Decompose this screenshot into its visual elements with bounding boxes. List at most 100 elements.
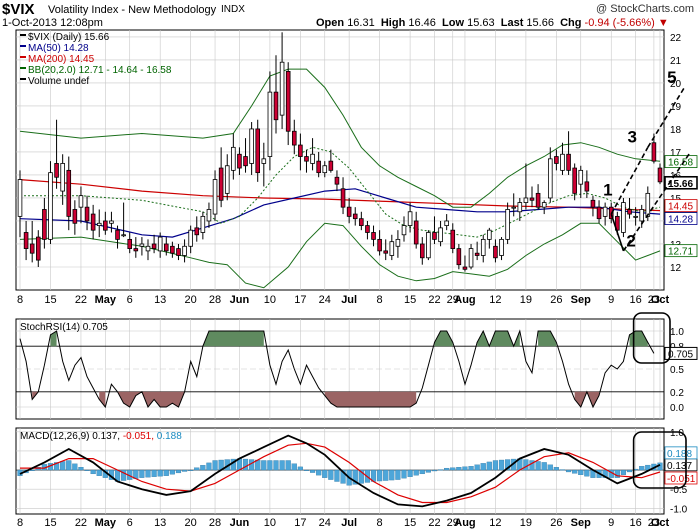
candle-body [133,248,139,252]
x-axis-label: 20 [185,294,197,306]
x-axis-label-bottom: 22 [428,517,440,529]
macd-histogram-bar [450,467,456,471]
legend-swatch [20,45,26,47]
candle-body [651,142,657,162]
macd-histogram-bar [163,469,169,476]
x-axis-label: 13 [154,294,166,306]
candle-body [115,229,120,240]
macd-histogram-bar [139,469,145,478]
candle-body [352,213,358,220]
candle-body [206,209,212,222]
candle-body [291,130,297,146]
candle-body [566,153,571,171]
candle-body [212,179,218,215]
price-tag: 16.58 [668,158,693,169]
candle-body [273,91,279,121]
candle-body [645,192,651,217]
x-axis-label: 16 [629,294,641,306]
macd-histogram-bar [626,469,633,473]
candle-body [578,169,584,185]
candle-body [450,229,456,249]
macd-histogram-bar [78,467,84,471]
legend-item: MA(200) 14.45 [28,54,95,65]
price-axis-label: 18 [670,125,682,136]
stoch-overbought-fill [202,331,264,347]
candle-body [151,243,157,249]
x-axis-label: 22 [428,294,440,306]
candle-body [218,167,224,201]
macd-axis-label: -0.5 [670,485,688,496]
legend-item: BB(20,2.0) 12.71 - 14.64 - 16.58 [28,65,172,76]
macd-histogram-bar [565,469,572,473]
x-axis-label: 28 [209,294,221,306]
x-axis-label: 15 [44,294,56,306]
macd-histogram-bar [206,462,212,471]
x-axis-label: 19 [520,294,532,306]
candle-body [444,220,449,226]
macd-histogram-bar [614,469,620,478]
candle-body [602,206,608,217]
x-axis-label-bottom: May [95,517,117,529]
candle-body [517,202,523,213]
candle-body [359,218,364,226]
candle-body [42,209,47,240]
candle-body [340,188,346,208]
macd-histogram-bar [486,461,492,471]
candle-body [261,158,267,164]
macd-histogram-bar [535,461,541,471]
candle-body [523,197,529,203]
stoch-axis-label: 0.5 [670,365,684,376]
candle-body [139,243,145,247]
candle-body [401,225,407,236]
candle-body [170,245,175,254]
candle-body [413,220,419,245]
candle-body [304,156,309,162]
candle-body [535,192,541,208]
macd-value-tag: 0.137 [667,461,692,472]
macd-histogram-bar [572,469,578,474]
macd-histogram-bar [273,460,279,471]
candle-body [590,199,596,208]
macd-histogram-bar [425,469,431,473]
macd-histogram-bar [620,469,627,475]
candle-body [231,146,236,171]
macd-histogram-bar [401,469,407,479]
price-tag: 12.71 [668,247,693,258]
candle-body [456,248,462,266]
macd-histogram-bar [188,469,194,471]
candle-body [237,153,242,169]
candle-body [511,206,517,209]
x-axis-label-bottom: 26 [550,517,562,529]
legend-swatch [20,34,26,36]
wave-label-3: 3 [628,128,637,147]
candle-body [224,165,230,194]
macd-title-part: MACD(12,26,9) [20,431,92,442]
legend-swatch [20,67,26,69]
x-axis-label-bottom: 22 [75,517,87,529]
price-axis-label: 12 [670,263,682,274]
macd-histogram-bar [291,463,297,471]
stoch-axis-label: 1.0 [670,327,684,338]
macd-histogram-bar [194,467,200,471]
candle-body [78,195,84,208]
price-tag: 14.28 [668,215,693,226]
candle-body [554,156,559,164]
candle-body [176,248,181,256]
candle-body [60,163,65,192]
candle-body [35,236,41,261]
x-axis-label: 24 [319,294,331,306]
legend-item: MA(50) 14.28 [28,43,89,54]
x-axis-label: Jun [230,294,250,306]
macd-title-part: 0.137, [92,431,123,442]
price-axis-label: 19 [670,102,682,113]
macd-histogram-bar [328,469,334,480]
x-axis-label-bottom: 9 [608,517,614,529]
x-axis-label: May [95,294,117,306]
candle-body [121,234,126,237]
macd-histogram-bar [492,460,499,471]
candle-body [432,232,437,240]
x-axis-label-bottom: Aug [454,517,475,529]
candle-body [657,167,663,183]
candle-body [627,209,632,215]
x-axis-label: 8 [377,294,383,306]
